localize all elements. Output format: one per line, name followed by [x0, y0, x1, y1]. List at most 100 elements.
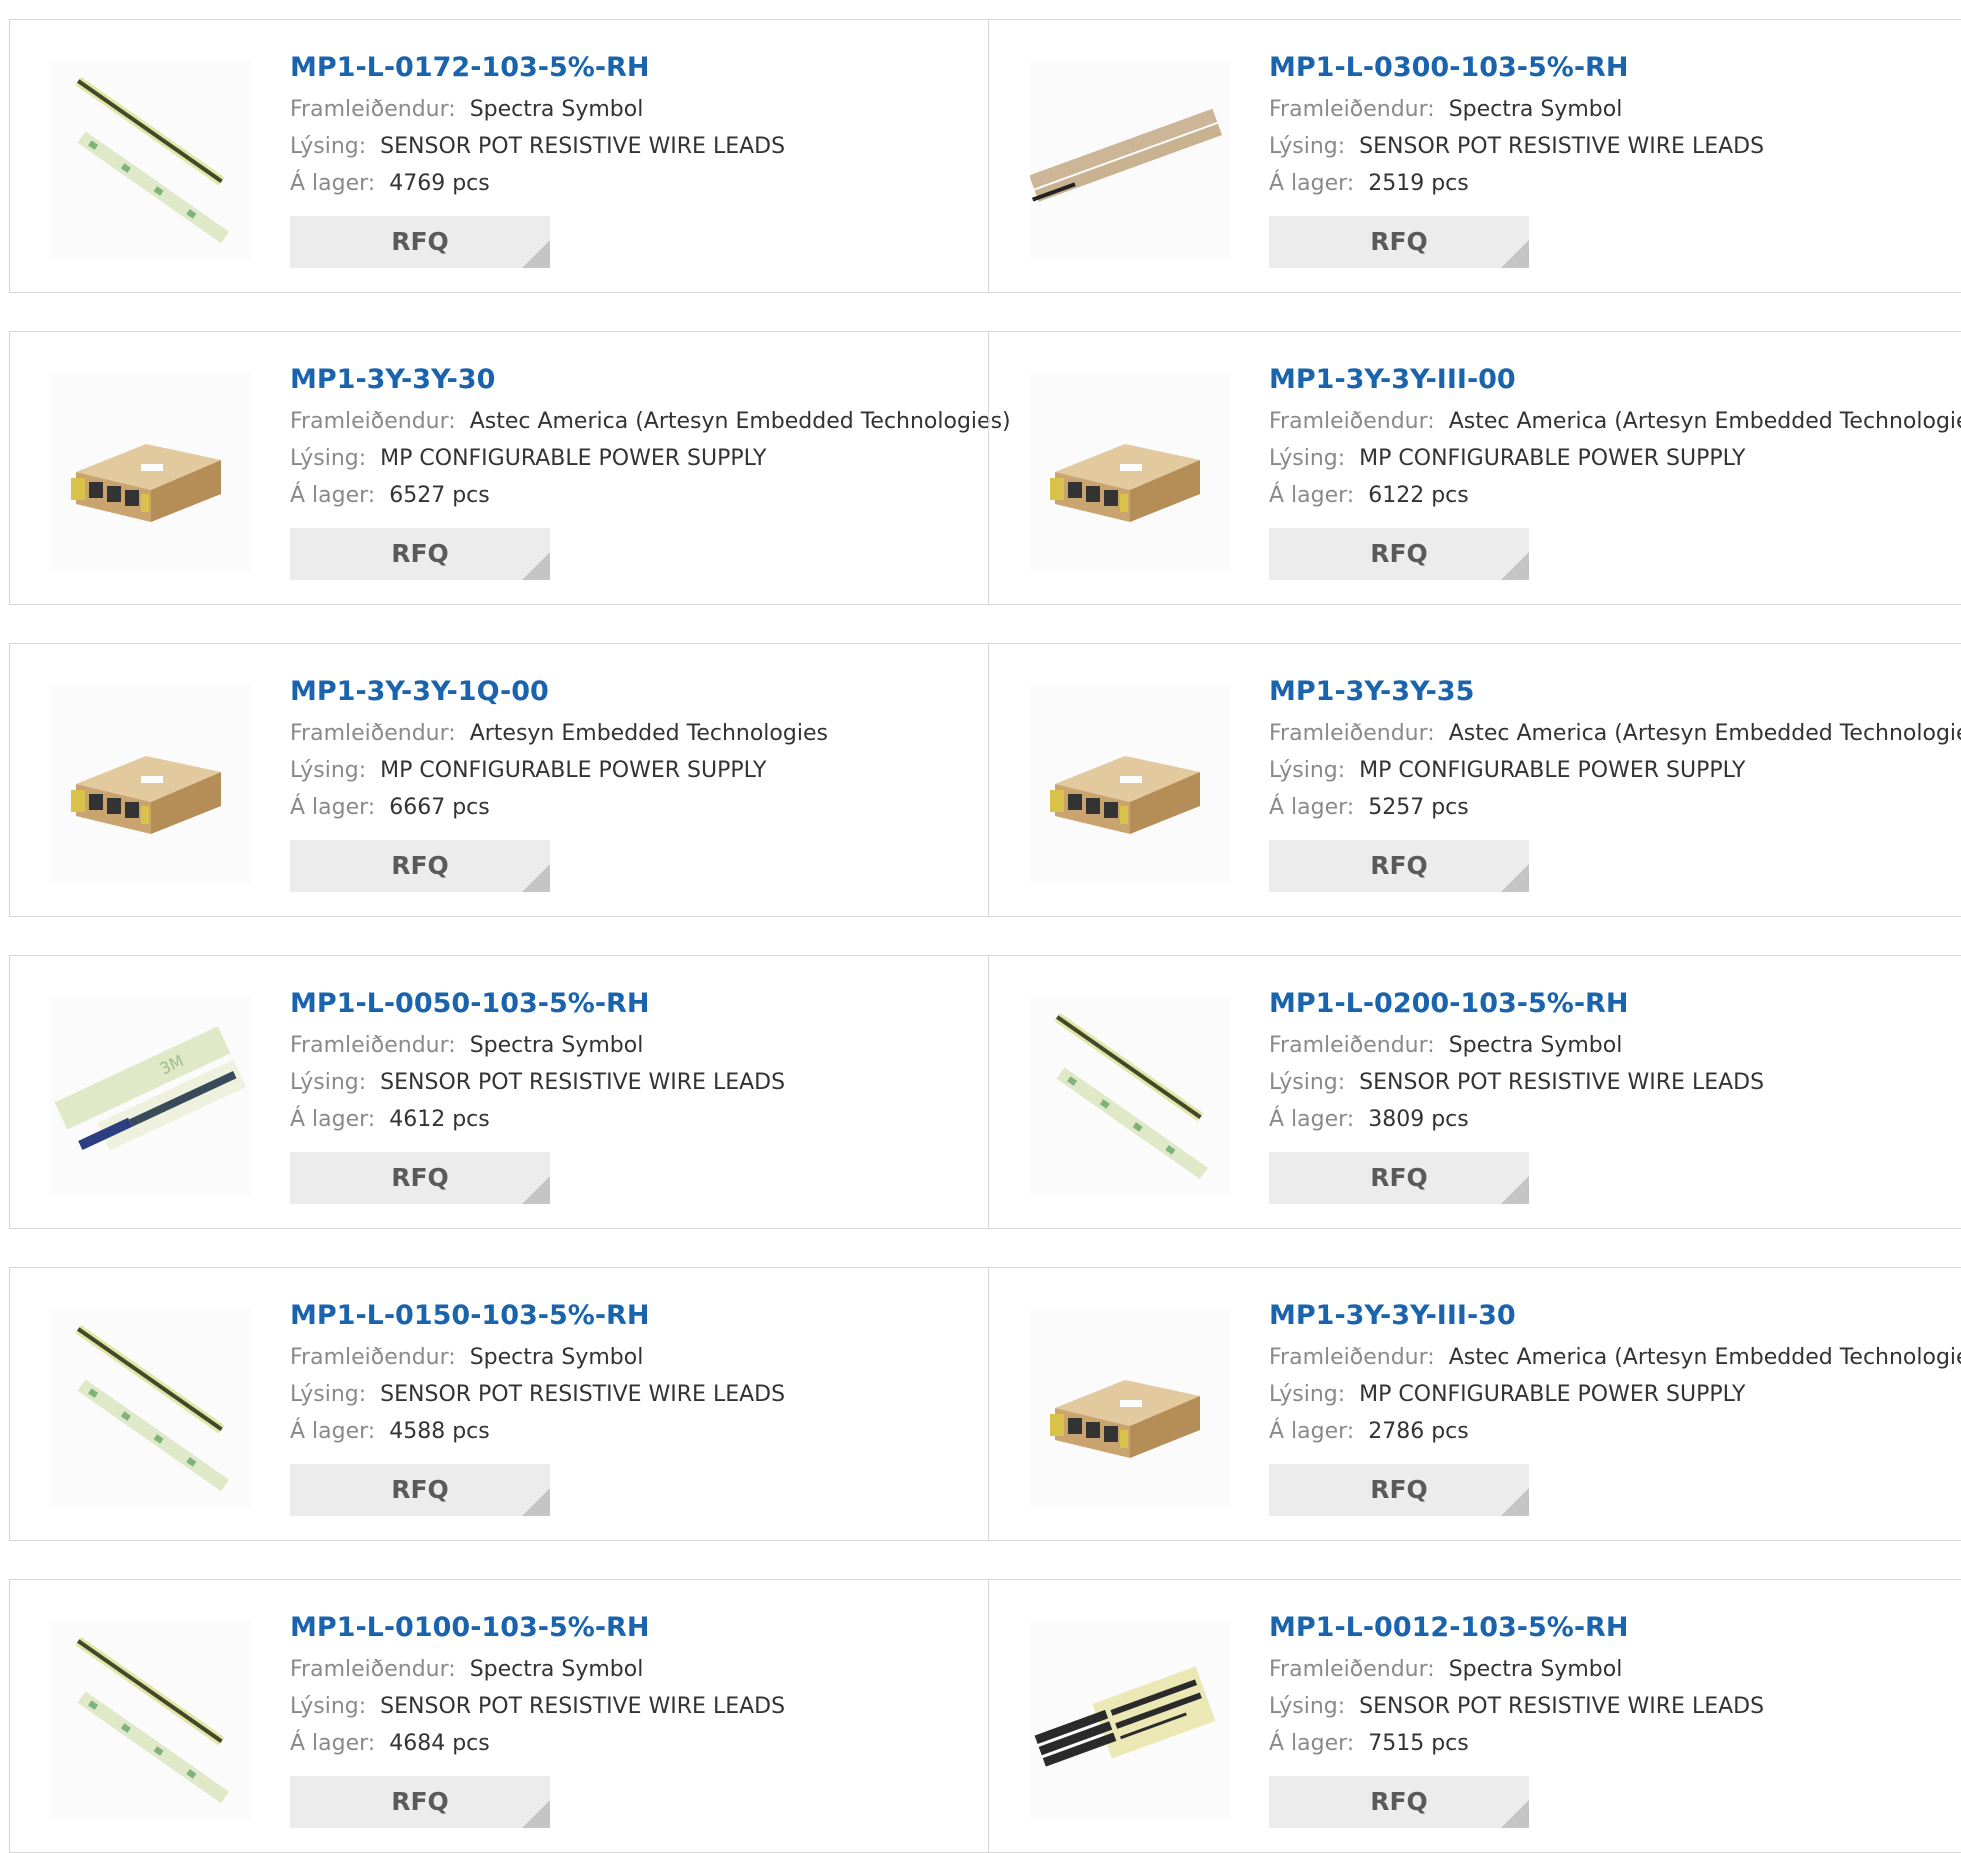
short-strip-sensor-image[interactable]: 3M	[51, 996, 251, 1196]
corner-triangle-icon	[1501, 240, 1529, 268]
manufacturer-row: Framleiðendur: Astec America (Artesyn Emb…	[1269, 1339, 1961, 1376]
stock-value: 5257 pcs	[1368, 795, 1469, 820]
stock-value: 4612 pcs	[389, 1107, 490, 1132]
product-card: MP1-3Y-3Y-III-00 Framleiðendur: Astec Ame…	[988, 332, 1961, 604]
product-card: MP1-3Y-3Y-35 Framleiðendur: Astec America…	[988, 644, 1961, 916]
description-value: MP CONFIGURABLE POWER SUPPLY	[380, 758, 767, 783]
power-supply-image[interactable]	[1030, 1308, 1230, 1508]
manufacturer-label: Framleiðendur:	[290, 1657, 456, 1682]
manufacturer-label: Framleiðendur:	[1269, 409, 1435, 434]
product-info: MP1-3Y-3Y-III-00 Framleiðendur: Astec Ame…	[1269, 360, 1961, 580]
product-title-link[interactable]: MP1-L-0150-103-5%-RH	[290, 1296, 785, 1336]
power-supply-image[interactable]	[1030, 684, 1230, 884]
stock-label: Á lager:	[1269, 795, 1355, 820]
manufacturer-value: Spectra Symbol	[469, 97, 644, 122]
rfq-button[interactable]: RFQ	[290, 1152, 550, 1204]
rfq-button[interactable]: RFQ	[1269, 528, 1529, 580]
manufacturer-value: Astec America (Artesyn Embedded Technolo…	[1448, 409, 1961, 434]
description-row: Lýsing: SENSOR POT RESISTIVE WIRE LEADS	[290, 1064, 785, 1101]
description-value: SENSOR POT RESISTIVE WIRE LEADS	[380, 1382, 786, 1407]
description-value: MP CONFIGURABLE POWER SUPPLY	[1359, 1382, 1746, 1407]
product-title-link[interactable]: MP1-L-0100-103-5%-RH	[290, 1608, 785, 1648]
corner-triangle-icon	[1501, 864, 1529, 892]
manufacturer-label: Framleiðendur:	[290, 97, 456, 122]
description-row: Lýsing: SENSOR POT RESISTIVE WIRE LEADS	[1269, 1064, 1764, 1101]
product-title-link[interactable]: MP1-3Y-3Y-30	[290, 360, 1011, 400]
product-title-link[interactable]: MP1-L-0172-103-5%-RH	[290, 48, 785, 88]
power-supply-image[interactable]	[51, 372, 251, 572]
product-info: MP1-3Y-3Y-1Q-00 Framleiðendur: Artesyn Em…	[290, 672, 828, 892]
tan-strip-sensor-image[interactable]	[1030, 60, 1230, 260]
stock-label: Á lager:	[1269, 1731, 1355, 1756]
product-row: 3M MP1-L-0050-103-5%-RH Framleiðendur: Sp…	[9, 955, 1961, 1229]
description-value: SENSOR POT RESISTIVE WIRE LEADS	[380, 134, 786, 159]
product-info: MP1-3Y-3Y-30 Framleiðendur: Astec America…	[290, 360, 1011, 580]
rfq-button[interactable]: RFQ	[1269, 1776, 1529, 1828]
description-value: MP CONFIGURABLE POWER SUPPLY	[1359, 758, 1746, 783]
manufacturer-label: Framleiðendur:	[290, 721, 456, 746]
manufacturer-row: Framleiðendur: Artesyn Embedded Technolog…	[290, 715, 828, 752]
stock-row: Á lager: 2786 pcs	[1269, 1413, 1961, 1450]
manufacturer-row: Framleiðendur: Spectra Symbol	[290, 1339, 785, 1376]
rfq-button[interactable]: RFQ	[290, 1464, 550, 1516]
rfq-button[interactable]: RFQ	[290, 1776, 550, 1828]
manufacturer-value: Spectra Symbol	[469, 1033, 644, 1058]
stock-row: Á lager: 6667 pcs	[290, 789, 828, 826]
product-card: MP1-L-0200-103-5%-RH Framleiðendur: Spect…	[988, 956, 1961, 1228]
stock-row: Á lager: 4684 pcs	[290, 1725, 785, 1762]
pcb-sensor-image[interactable]	[1030, 1620, 1230, 1820]
rfq-button[interactable]: RFQ	[290, 840, 550, 892]
power-supply-image[interactable]	[51, 684, 251, 884]
manufacturer-value: Spectra Symbol	[469, 1345, 644, 1370]
product-card: MP1-3Y-3Y-III-30 Framleiðendur: Astec Ame…	[988, 1268, 1961, 1540]
stock-label: Á lager:	[1269, 171, 1355, 196]
manufacturer-row: Framleiðendur: Spectra Symbol	[290, 91, 785, 128]
rfq-button[interactable]: RFQ	[1269, 216, 1529, 268]
corner-triangle-icon	[522, 1800, 550, 1828]
description-label: Lýsing:	[1269, 446, 1346, 471]
stock-label: Á lager:	[290, 795, 376, 820]
strip-sensor-image[interactable]	[51, 1308, 251, 1508]
description-label: Lýsing:	[290, 446, 367, 471]
stock-label: Á lager:	[290, 1107, 376, 1132]
manufacturer-row: Framleiðendur: Spectra Symbol	[1269, 1651, 1764, 1688]
manufacturer-row: Framleiðendur: Spectra Symbol	[290, 1027, 785, 1064]
corner-triangle-icon	[522, 240, 550, 268]
rfq-button[interactable]: RFQ	[290, 528, 550, 580]
stock-row: Á lager: 6527 pcs	[290, 477, 1011, 514]
strip-sensor-image[interactable]	[51, 60, 251, 260]
product-title-link[interactable]: MP1-L-0200-103-5%-RH	[1269, 984, 1764, 1024]
manufacturer-value: Spectra Symbol	[1448, 1033, 1623, 1058]
stock-row: Á lager: 5257 pcs	[1269, 789, 1961, 826]
product-title-link[interactable]: MP1-3Y-3Y-III-00	[1269, 360, 1961, 400]
rfq-button[interactable]: RFQ	[1269, 1152, 1529, 1204]
description-value: SENSOR POT RESISTIVE WIRE LEADS	[1359, 1694, 1765, 1719]
product-info: MP1-L-0100-103-5%-RH Framleiðendur: Spect…	[290, 1608, 785, 1828]
stock-value: 4684 pcs	[389, 1731, 490, 1756]
product-card: MP1-3Y-3Y-1Q-00 Framleiðendur: Artesyn Em…	[10, 644, 988, 916]
description-row: Lýsing: SENSOR POT RESISTIVE WIRE LEADS	[290, 128, 785, 165]
stock-row: Á lager: 6122 pcs	[1269, 477, 1961, 514]
product-title-link[interactable]: MP1-L-0300-103-5%-RH	[1269, 48, 1764, 88]
rfq-button-label: RFQ	[391, 851, 449, 880]
power-supply-image[interactable]	[1030, 372, 1230, 572]
strip-sensor-image[interactable]	[51, 1620, 251, 1820]
product-title-link[interactable]: MP1-3Y-3Y-III-30	[1269, 1296, 1961, 1336]
product-title-link[interactable]: MP1-L-0012-103-5%-RH	[1269, 1608, 1764, 1648]
rfq-button-label: RFQ	[1370, 851, 1428, 880]
product-card: MP1-L-0172-103-5%-RH Framleiðendur: Spect…	[10, 20, 988, 292]
stock-row: Á lager: 7515 pcs	[1269, 1725, 1764, 1762]
product-title-link[interactable]: MP1-3Y-3Y-1Q-00	[290, 672, 828, 712]
stock-value: 2786 pcs	[1368, 1419, 1469, 1444]
description-label: Lýsing:	[290, 134, 367, 159]
description-row: Lýsing: MP CONFIGURABLE POWER SUPPLY	[1269, 440, 1961, 477]
rfq-button[interactable]: RFQ	[290, 216, 550, 268]
stock-value: 4588 pcs	[389, 1419, 490, 1444]
product-title-link[interactable]: MP1-3Y-3Y-35	[1269, 672, 1961, 712]
stock-value: 6667 pcs	[389, 795, 490, 820]
rfq-button[interactable]: RFQ	[1269, 840, 1529, 892]
strip-sensor-image[interactable]	[1030, 996, 1230, 1196]
rfq-button[interactable]: RFQ	[1269, 1464, 1529, 1516]
rfq-button-label: RFQ	[1370, 1787, 1428, 1816]
product-title-link[interactable]: MP1-L-0050-103-5%-RH	[290, 984, 785, 1024]
